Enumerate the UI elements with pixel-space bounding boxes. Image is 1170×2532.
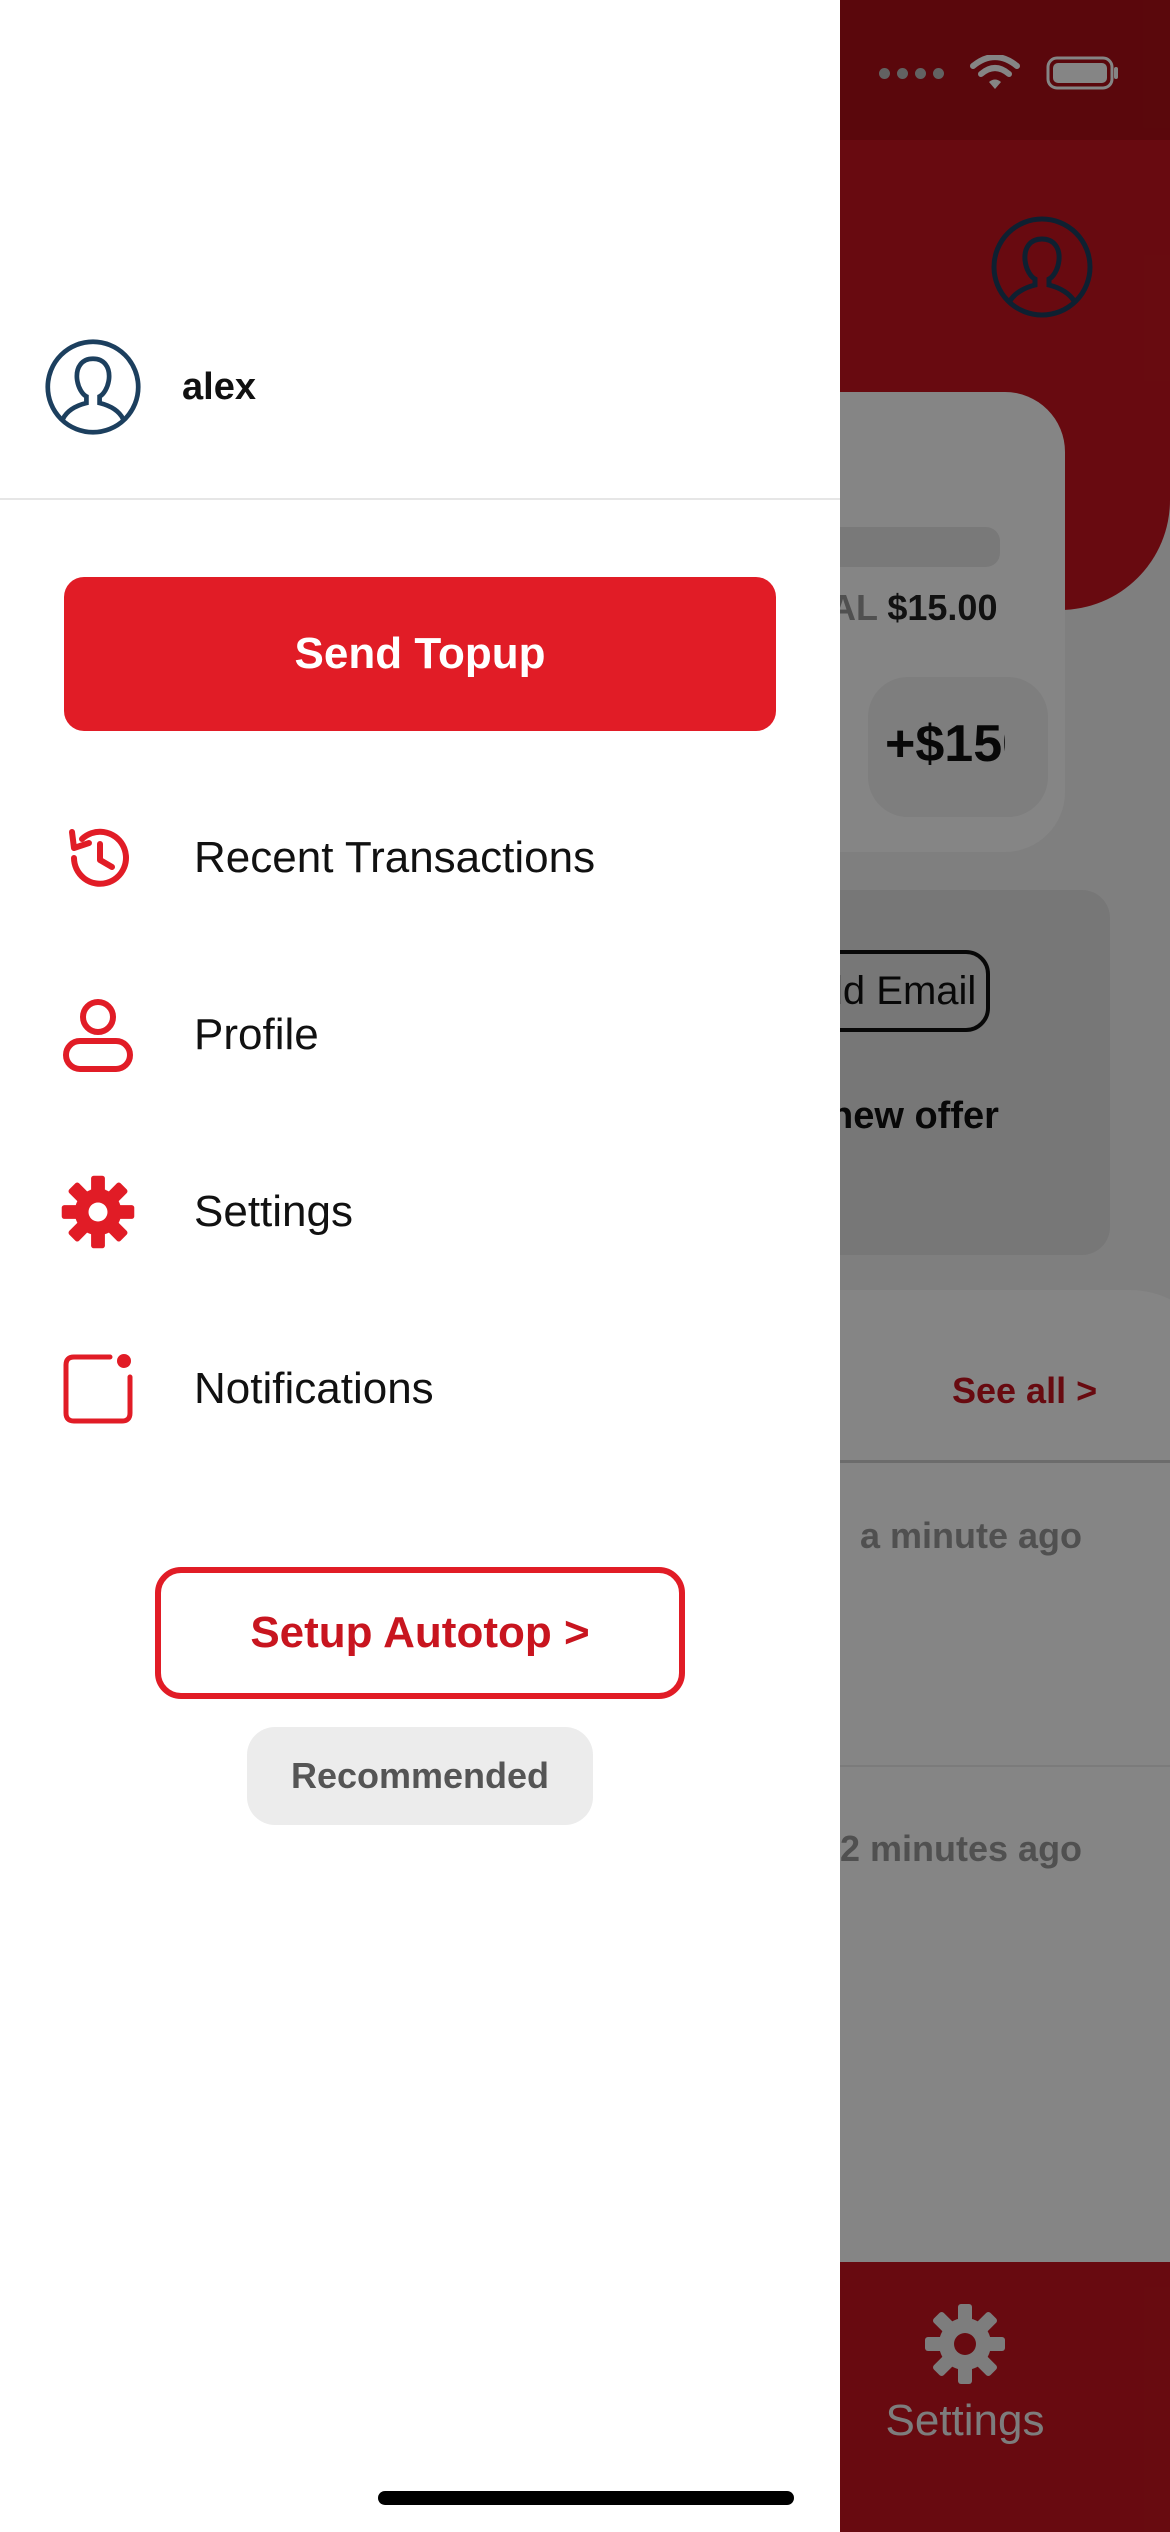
menu-item-notifications[interactable]: Notifications xyxy=(60,1334,780,1444)
home-indicator xyxy=(378,2491,794,2505)
person-icon xyxy=(60,997,136,1073)
history-icon xyxy=(60,820,136,896)
menu-item-settings[interactable]: Settings xyxy=(60,1157,780,1267)
menu-item-label: Profile xyxy=(194,1010,319,1059)
menu-item-recent-transactions[interactable]: Recent Transactions xyxy=(60,803,780,913)
avatar-icon xyxy=(45,339,141,435)
recommended-badge: Recommended xyxy=(247,1727,593,1825)
menu-item-label: Notifications xyxy=(194,1364,434,1413)
drawer-user-row[interactable]: alex xyxy=(44,338,256,436)
setup-autotop-button[interactable]: Setup Autotop > xyxy=(155,1567,685,1699)
side-drawer: alex Send Topup Recent Transactions Prof… xyxy=(0,0,840,2532)
drawer-divider xyxy=(0,498,840,500)
menu-item-label: Settings xyxy=(194,1187,353,1236)
user-name: alex xyxy=(182,365,256,408)
menu-item-label: Recent Transactions xyxy=(194,833,596,882)
menu-item-profile[interactable]: Profile xyxy=(60,980,780,1090)
gear-icon xyxy=(60,1174,136,1250)
notification-icon xyxy=(60,1351,136,1427)
send-topup-button[interactable]: Send Topup xyxy=(64,577,776,731)
